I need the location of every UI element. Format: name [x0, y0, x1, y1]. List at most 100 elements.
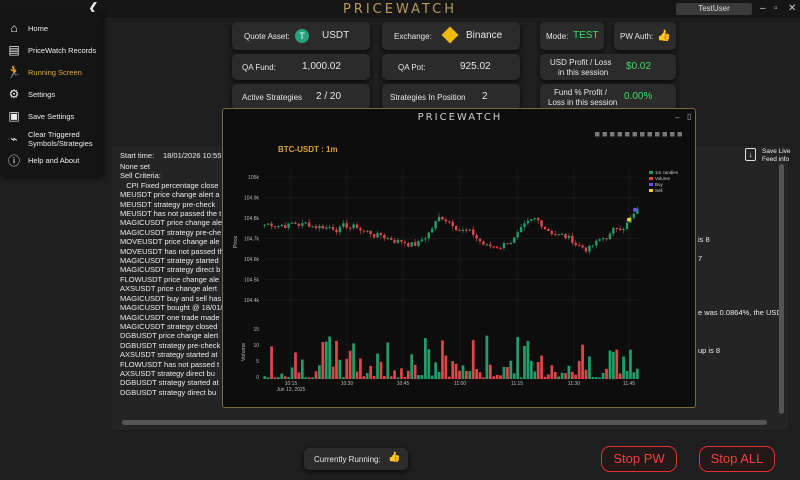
candle-body: [290, 222, 294, 224]
candle-body: [574, 242, 577, 246]
close-icon[interactable]: ✕: [788, 3, 796, 14]
sidebar-item-records[interactable]: ▤ PriceWatch Records: [0, 40, 102, 60]
volume-bar: [560, 372, 564, 379]
mode-card: Mode: TEST: [540, 22, 604, 50]
minimize-icon[interactable]: –: [760, 3, 766, 14]
candle-body: [608, 233, 612, 240]
price-tick-label: 104.4k: [244, 298, 260, 304]
legend-swatch: [649, 189, 653, 192]
volume-bar: [352, 343, 355, 379]
volume-bar: [331, 366, 335, 379]
volume-bar: [488, 364, 492, 379]
candle-body: [615, 228, 618, 230]
candle-body: [437, 216, 441, 222]
start-time-value: 18/01/2026 10:55:3: [163, 151, 223, 160]
stop-all-button[interactable]: Stop ALL: [699, 446, 775, 472]
log-line: DGBUSDT strategy direct bu: [120, 387, 217, 397]
log-right-text-4: up is 8: [698, 346, 721, 355]
save-live-feed-button[interactable]: Save Live Feed info: [762, 148, 791, 164]
volume-bar: [304, 377, 308, 379]
volume-bar: [294, 352, 297, 379]
volume-bar: [386, 342, 390, 379]
volume-bar: [297, 372, 301, 379]
volume-bar: [540, 355, 543, 379]
candle-body: [297, 223, 301, 226]
volume-bar: [591, 376, 595, 379]
log-line: MAGICUSDT price change ale: [120, 218, 222, 228]
exchange-card: Exchange: Binance: [382, 22, 520, 50]
volume-bar: [417, 375, 420, 379]
candle-body: [523, 223, 526, 228]
volume-bar: [311, 377, 314, 379]
exchange-label: Exchange:: [394, 32, 432, 41]
sidebar-item-home[interactable]: ⌂ Home: [0, 18, 102, 38]
chart-window-minimize-icon[interactable]: –: [675, 113, 679, 122]
quote-asset-value: USDT: [322, 30, 350, 41]
candle-body: [567, 235, 571, 239]
chart-toolbar-icon: [655, 132, 660, 137]
candle-body: [331, 227, 335, 230]
volume-bar: [475, 368, 479, 379]
pw-auth-label: PW Auth:: [620, 32, 654, 41]
price-tick-label: 105k: [248, 175, 259, 181]
volume-bar: [625, 371, 629, 379]
legend-label: Sell: [655, 188, 663, 193]
stop-pw-button[interactable]: Stop PW: [601, 446, 677, 472]
sidebar-item-help[interactable]: ⓘ Help and About: [0, 150, 102, 170]
sidebar-item-settings[interactable]: ⚙ Settings: [0, 84, 102, 104]
user-badge[interactable]: TestUser: [676, 3, 752, 15]
volume-bar: [270, 346, 273, 379]
candle-body: [311, 226, 314, 228]
chart-toolbar-icon: [662, 132, 667, 137]
maximize-icon[interactable]: ▫: [774, 3, 778, 14]
volume-bar: [478, 372, 482, 379]
save-live-label-1: Save Live: [762, 148, 791, 155]
volume-bar: [482, 377, 485, 379]
volume-bar: [547, 374, 550, 379]
volume-bar: [461, 365, 465, 379]
chart-toolbar-icon: [677, 132, 682, 137]
volume-bar: [622, 356, 625, 379]
volume-bar: [465, 370, 468, 379]
sidebar-item-clear-triggered[interactable]: ⌁ Clear Triggered Symbols/Strategies: [0, 129, 102, 149]
chart-window-close-icon[interactable]: ▯: [687, 112, 691, 121]
volume-bar: [355, 371, 359, 379]
candle-body: [619, 228, 622, 231]
volume-bar: [318, 365, 321, 379]
log-line: AXSUSDT strategy started at: [120, 350, 218, 360]
candle-body: [485, 244, 489, 246]
candle-body: [516, 232, 519, 238]
chart-toolbar-icon: [617, 132, 622, 137]
volume-bar: [553, 371, 557, 379]
vertical-scrollbar[interactable]: [779, 164, 784, 414]
candle-body: [547, 229, 550, 232]
volume-bar: [266, 377, 270, 379]
volume-tick-label: 10: [253, 343, 259, 349]
volume-bar: [564, 373, 567, 379]
volume-bar: [632, 372, 636, 379]
volume-bar: [362, 376, 366, 379]
download-icon[interactable]: ↓: [745, 148, 756, 161]
volume-bar: [263, 376, 267, 379]
volume-bar: [557, 376, 561, 379]
candle-body: [277, 226, 280, 228]
candle-body: [372, 234, 376, 238]
candle-body: [318, 225, 321, 229]
volume-bar: [359, 358, 362, 379]
candlestick-chart[interactable]: BTC-USDT : 1m 105k 104.9k 104.8k 104.7k 104.6…: [223, 127, 695, 407]
quote-asset-label: Quote Asset:: [244, 32, 290, 41]
candle-body: [584, 247, 588, 252]
horizontal-scrollbar[interactable]: [122, 420, 767, 425]
candle-body: [294, 222, 297, 224]
volume-bar: [345, 358, 349, 379]
candle-body: [266, 223, 270, 225]
candle-body: [338, 226, 342, 233]
sidebar-item-save-settings[interactable]: ▣ Save Settings: [0, 106, 102, 126]
log-line: AXSUSDT price change alert: [120, 284, 217, 294]
volume-bar: [584, 369, 588, 379]
usd-pl-label-2: in this session: [558, 68, 609, 77]
candle-body: [458, 230, 461, 232]
sidebar-item-running-screen[interactable]: 🏃 Running Screen: [0, 62, 102, 82]
log-line: MOVEUSDT price change ale: [120, 237, 220, 247]
candle-body: [321, 225, 325, 229]
